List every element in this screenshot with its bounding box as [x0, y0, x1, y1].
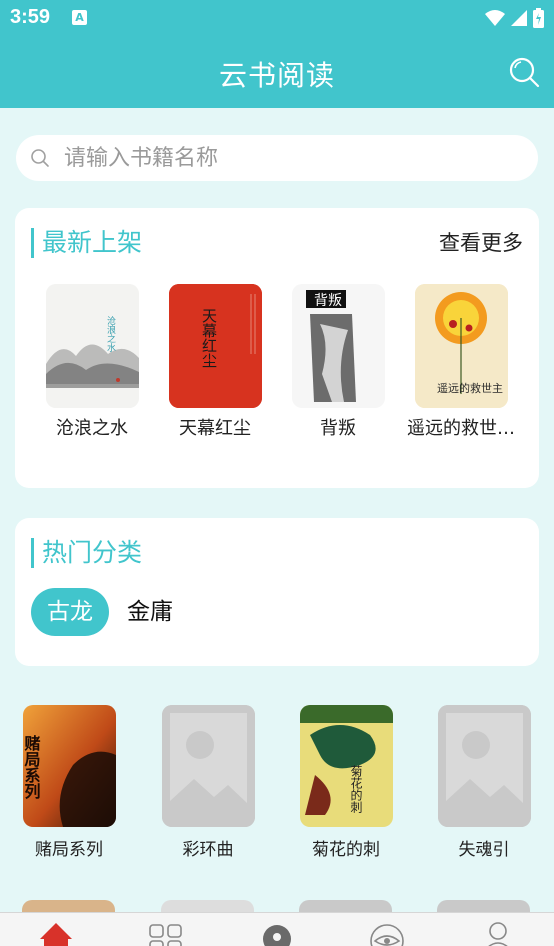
- grid-book-item[interactable]: 失魂引: [429, 705, 539, 860]
- cover-text: 菊花的刺: [349, 765, 363, 813]
- user-icon: [488, 922, 508, 946]
- signal-icon: [511, 10, 527, 26]
- book-item[interactable]: 遥远的救世主 遥远的救世…: [401, 284, 521, 440]
- book-cover: 沧浪之水: [45, 284, 139, 408]
- nav-profile[interactable]: [478, 919, 518, 946]
- book-title: 天幕红尘: [179, 418, 251, 439]
- grid-book-item[interactable]: 赌局系列 赌局系列: [14, 705, 124, 860]
- image-placeholder-icon: [437, 705, 531, 827]
- image-placeholder-icon: [161, 705, 255, 827]
- grid-book-title: 失魂引: [458, 840, 510, 860]
- book-title: 沧浪之水: [56, 418, 128, 439]
- book-item[interactable]: 天幕红尘 天幕红尘: [155, 284, 275, 440]
- home-icon: [40, 923, 72, 946]
- book-cover: 赌局系列: [22, 705, 116, 827]
- status-time: 3:59: [10, 6, 51, 28]
- search-icon: [31, 149, 49, 167]
- app-bar: 云书阅读: [0, 36, 554, 108]
- category-chip-jinyong[interactable]: 金庸: [123, 588, 177, 636]
- grid-book-item[interactable]: 彩环曲: [153, 705, 263, 860]
- status-icons: [485, 8, 544, 28]
- book-title: 遥远的救世…: [407, 418, 515, 439]
- app-title: 云书阅读: [218, 59, 335, 92]
- new-arrivals-list: 沧浪之水 沧浪之水 天幕红尘 天幕红尘 背叛 背叛 遥远的救世主 遥远的救世…: [15, 284, 539, 464]
- nav-location[interactable]: [257, 919, 297, 946]
- grid-icon: [149, 924, 182, 946]
- book-item[interactable]: 沧浪之水 沧浪之水: [32, 284, 152, 440]
- book-grid: 赌局系列 赌局系列 彩环曲 菊花的刺 菊花的刺 失魂引: [0, 705, 554, 865]
- cover-text: 背叛: [314, 293, 342, 309]
- book-cover-placeholder: [161, 705, 255, 827]
- new-arrivals-card: 最新上架 查看更多 沧浪之水 沧浪之水 天幕红尘 天幕红尘 背叛 背叛 遥远的救…: [15, 208, 539, 488]
- status-bar: 3:59 A: [0, 0, 554, 36]
- grid-book-title: 彩环曲: [182, 840, 234, 860]
- view-more-link[interactable]: 查看更多: [439, 228, 523, 258]
- grid-book-title: 赌局系列: [35, 840, 103, 860]
- category-chip-gulong[interactable]: 古龙: [31, 588, 109, 636]
- eye-icon: [370, 924, 404, 946]
- wifi-icon: [485, 10, 505, 26]
- cover-text: 赌局系列: [23, 734, 42, 800]
- nav-home[interactable]: [36, 919, 76, 946]
- notification-a-icon: A: [72, 10, 87, 25]
- nav-category[interactable]: [146, 919, 186, 946]
- cover-text: 沧浪之水: [105, 315, 116, 352]
- grid-book-title: 菊花的刺: [312, 840, 380, 860]
- book-cover: 遥远的救世主: [414, 284, 508, 408]
- location-icon: [263, 925, 291, 946]
- book-cover: 天幕红尘: [168, 284, 262, 408]
- book-title: 背叛: [320, 418, 356, 439]
- cover-text: 遥远的救世主: [437, 381, 503, 395]
- book-cover-placeholder: [437, 705, 531, 827]
- battery-icon: [533, 8, 544, 28]
- nav-discover[interactable]: [367, 919, 407, 946]
- book-cover: 菊花的刺: [299, 705, 393, 827]
- book-cover: 背叛: [291, 284, 385, 408]
- search-bar[interactable]: [16, 135, 538, 181]
- grid-book-item[interactable]: 菊花的刺 菊花的刺: [291, 705, 401, 860]
- bottom-nav: [0, 912, 554, 946]
- category-list: 古龙 金庸: [31, 588, 177, 636]
- section-title: 最新上架: [31, 228, 142, 258]
- cover-text: 天幕红尘: [200, 308, 218, 368]
- search-icon[interactable]: [508, 56, 540, 88]
- search-input[interactable]: [64, 135, 524, 181]
- book-item[interactable]: 背叛 背叛: [278, 284, 398, 440]
- hot-categories-card: 热门分类 古龙 金庸: [15, 518, 539, 666]
- section-title: 热门分类: [31, 538, 142, 568]
